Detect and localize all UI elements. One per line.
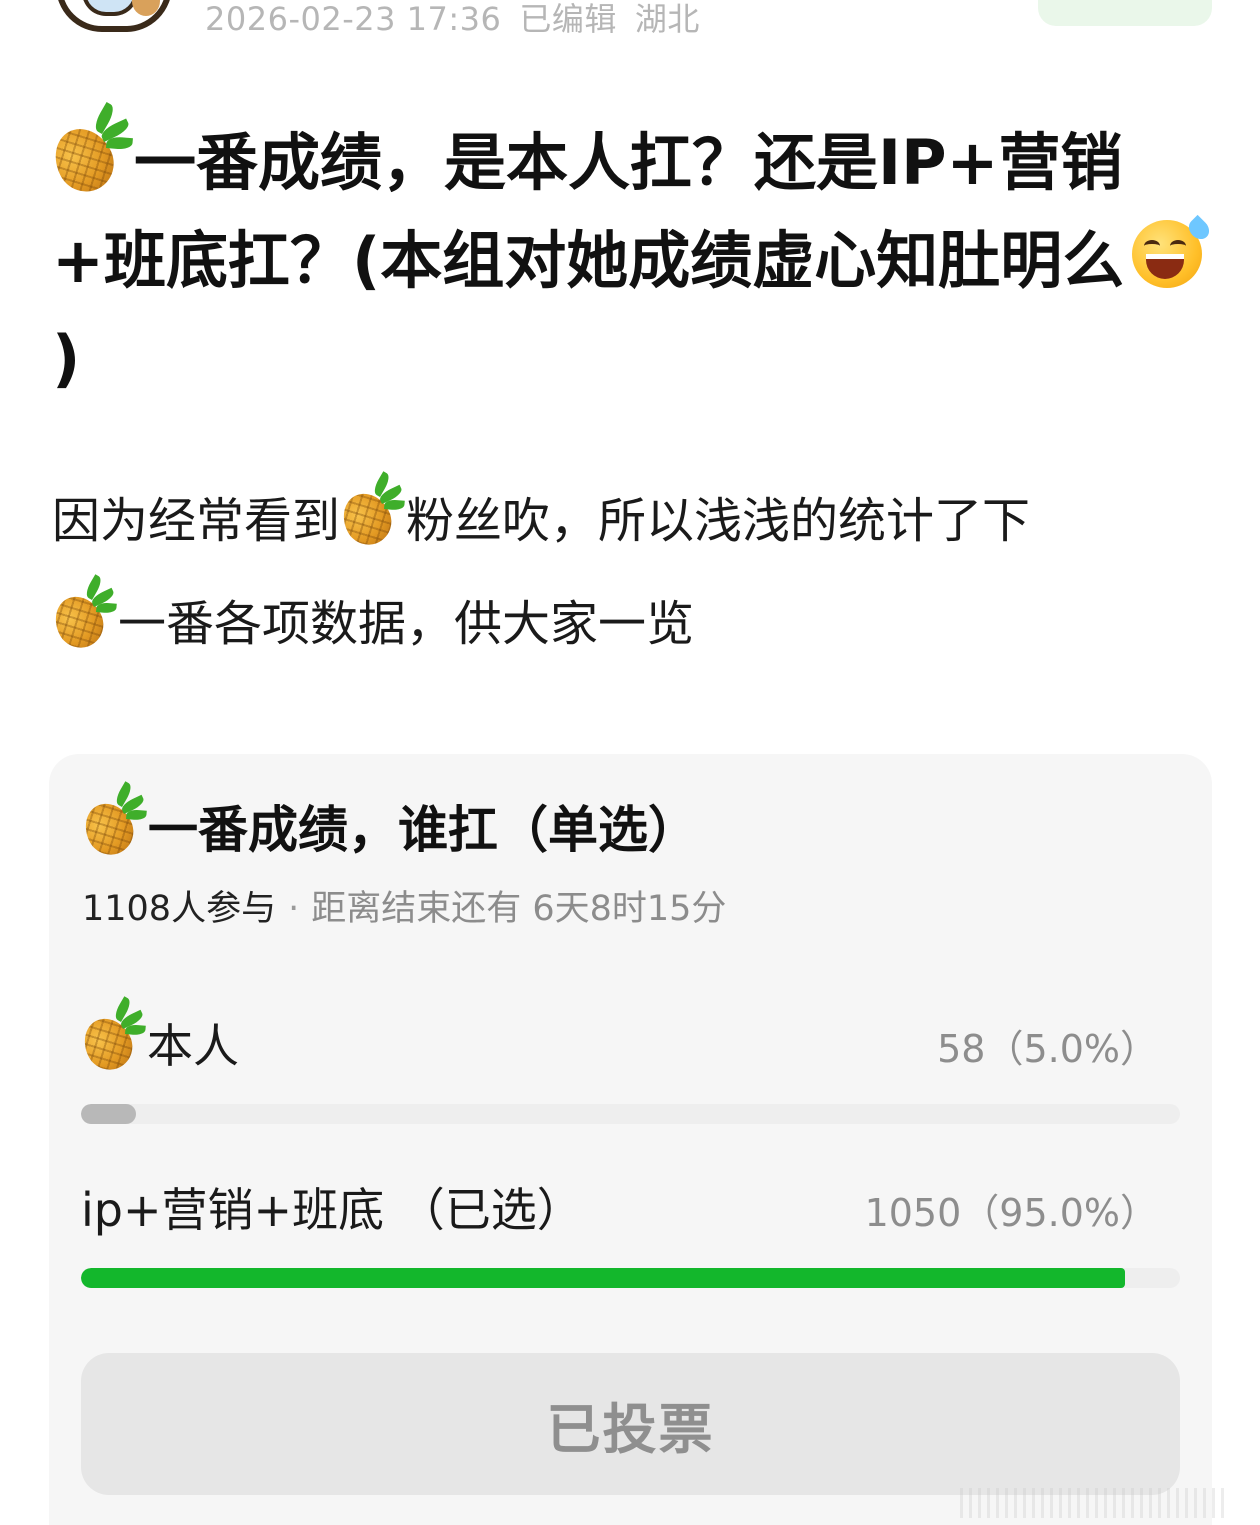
post-title-tail: ) <box>52 322 81 395</box>
edited-label: 已编辑 <box>519 0 617 38</box>
poll-separator: · <box>288 889 300 929</box>
post-meta: 2026-02-23 17:36 已编辑 湖北 <box>205 0 718 40</box>
sweat-smile-icon <box>1130 214 1214 290</box>
post-body: 因为经常看到 粉丝吹，所以浅浅的统计了下 一番各项数据，供大家一览 <box>46 470 1212 676</box>
poll-time-left: 距离结束还有 6天8时15分 <box>311 889 727 929</box>
poll-card: 一番成绩，谁扛（单选） 1108人参与 · 距离结束还有 6天8时15分 本人 58… <box>49 754 1212 1525</box>
poll-option-label: ip+营销+班底 （已选） <box>81 1174 583 1240</box>
poll-option-bar <box>81 1104 136 1124</box>
poll-option-bar <box>81 1268 1126 1288</box>
post-title-text: 一番成绩，是本人扛？还是IP+营销+班底扛？(本组对她成绩虚心知肚明么 <box>52 126 1125 297</box>
pineapple-icon <box>46 574 118 656</box>
poll-option-track <box>81 1104 1180 1124</box>
poll-option-label: 本人 <box>75 996 239 1078</box>
avatar-face <box>82 0 138 16</box>
post-date: 2026-02-23 17:36 <box>205 0 502 38</box>
poll-option-text: 本人 <box>147 1019 239 1073</box>
post-body-part1: 因为经常看到 <box>52 493 341 549</box>
watermark <box>960 1488 1230 1518</box>
poll-title: 一番成绩，谁扛（单选） <box>76 781 698 863</box>
post-title: 一番成绩，是本人扛？还是IP+营销+班底扛？(本组对她成绩虚心知肚明么 ) <box>44 102 1214 408</box>
avatar-ear <box>132 0 160 16</box>
avatar[interactable] <box>56 0 172 32</box>
pineapple-icon <box>334 471 406 553</box>
post-body-part2: 粉丝吹，所以浅浅的统计了下 <box>406 493 1031 549</box>
post-header: 2026-02-23 17:36 已编辑 湖北 <box>0 0 1260 40</box>
voted-button[interactable]: 已投票 <box>81 1353 1180 1495</box>
poll-option-result: 1050（95.0%） <box>864 1191 1158 1235</box>
pineapple-icon <box>76 781 148 863</box>
pineapple-icon <box>75 996 147 1078</box>
poll-title-text: 一番成绩，谁扛（单选） <box>148 801 698 859</box>
pineapple-icon <box>44 102 134 202</box>
post-body-part3: 一番各项数据，供大家一览 <box>118 596 695 652</box>
poll-subtitle: 1108人参与 · 距离结束还有 6天8时15分 <box>82 880 726 931</box>
post-page: 2026-02-23 17:36 已编辑 湖北 一番成绩，是本人扛？还是IP+营销+… <box>0 0 1260 1525</box>
poll-option-result: 58（5.0%） <box>937 1027 1158 1071</box>
poll-option-text: ip+营销+班底 （已选） <box>81 1183 583 1237</box>
post-location: 湖北 <box>634 0 700 38</box>
poll-participants: 1108人参与 <box>82 889 277 929</box>
follow-button[interactable] <box>1038 0 1212 26</box>
poll-option-track <box>81 1268 1180 1288</box>
